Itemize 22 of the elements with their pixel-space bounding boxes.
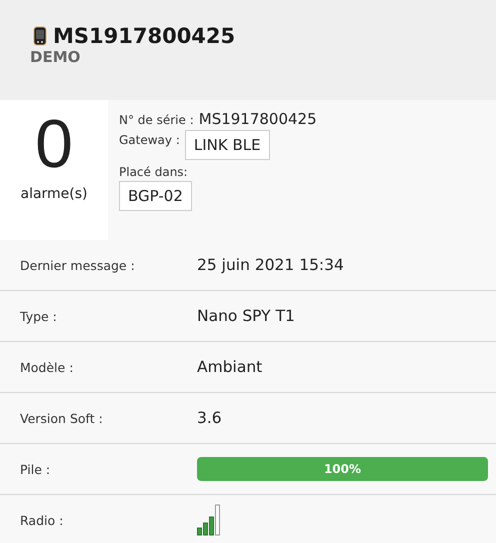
field-value: Nano SPY T1: [197, 307, 295, 325]
field-label: Pile :: [20, 462, 52, 476]
field-value: 3.6: [197, 409, 222, 427]
field-value: 25 juin 2021 15:34: [197, 256, 344, 274]
alarm-count: 0: [35, 106, 73, 182]
field-label: Radio :: [20, 512, 64, 528]
device-icon: [33, 26, 47, 46]
field-label: Dernier message :: [20, 258, 136, 272]
placed-label: Placé dans:: [119, 165, 188, 179]
device-subtitle: DEMO: [30, 48, 82, 66]
device-title: MS1917800425: [53, 24, 236, 48]
field-label: Version Soft :: [20, 410, 104, 426]
field-value: Ambiant: [197, 358, 262, 376]
battery-reading: 100%: [322, 461, 362, 478]
field-label: Type :: [20, 308, 58, 324]
gateway-label: Gateway :: [119, 133, 180, 147]
gateway-tag: LINK BLE: [184, 130, 270, 160]
serial-value: MS1917800425: [198, 110, 317, 128]
field-label: Modèle :: [20, 360, 74, 374]
location-tag: BGP-02: [119, 181, 192, 211]
alarm-label: alarme(s): [20, 186, 88, 202]
serial-label: N° de série :: [119, 113, 194, 127]
